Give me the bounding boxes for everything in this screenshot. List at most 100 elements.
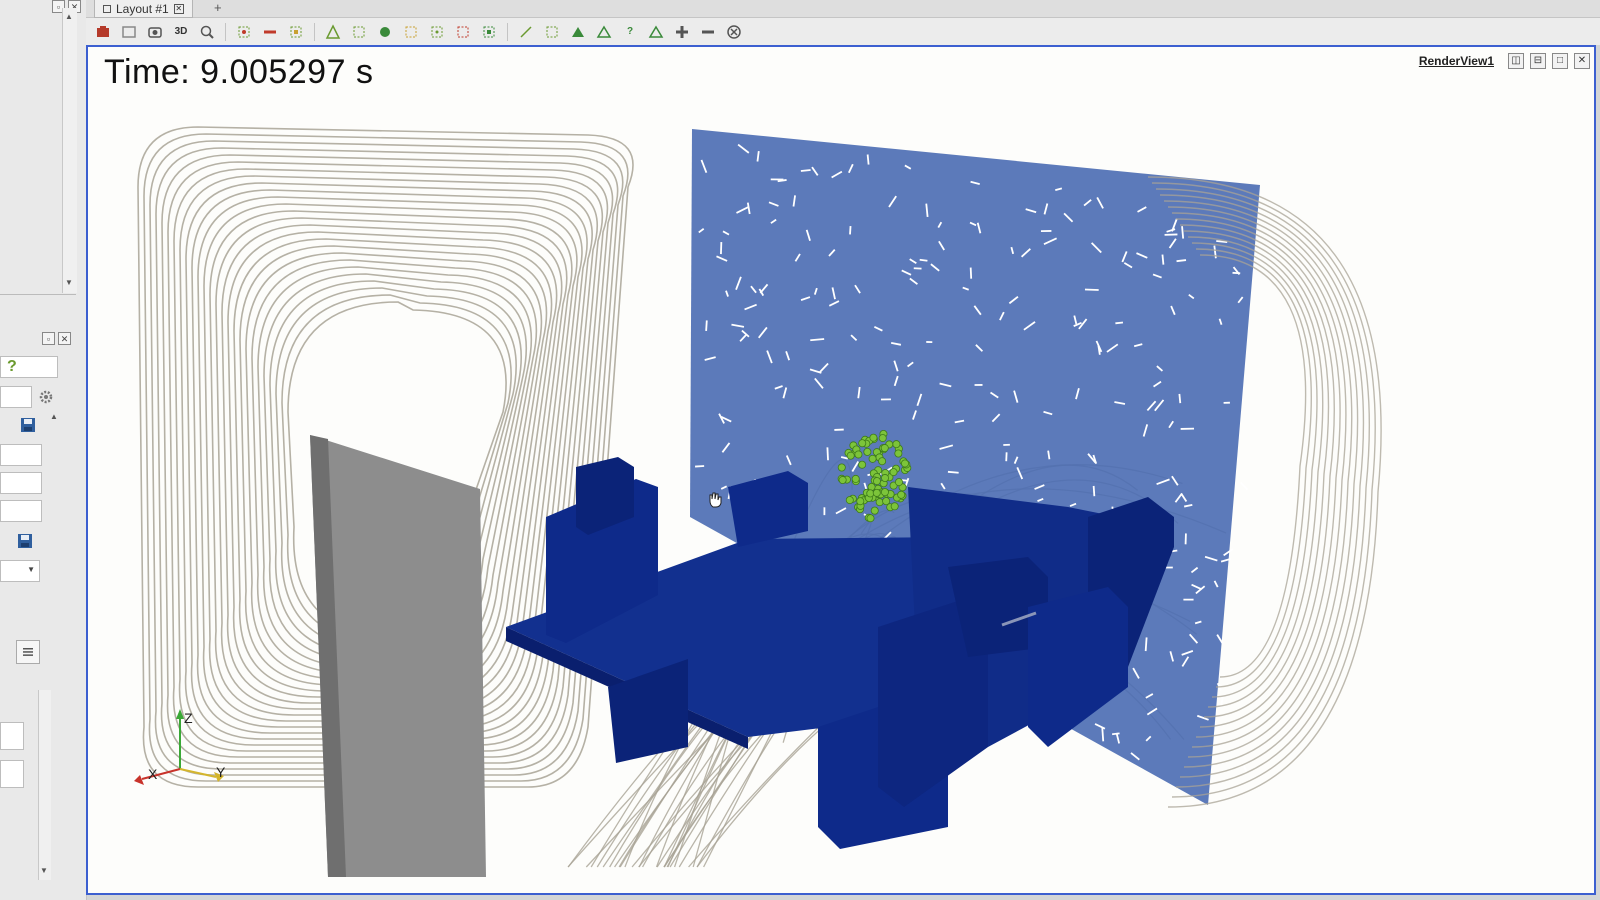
toggle-3d-icon[interactable]: 3D [170,21,192,43]
add-tab-button[interactable]: + [214,0,222,16]
properties-scrollbar[interactable]: ▼ [38,690,51,880]
hover-points-icon[interactable] [541,21,563,43]
maximize-icon[interactable]: □ [1552,53,1568,69]
velocity-arrow [826,447,829,461]
property-field-1[interactable] [0,444,42,466]
particle [872,477,881,486]
property-dropdown[interactable]: ▼ [0,560,40,582]
particle [881,474,890,483]
particle [878,457,887,466]
particle [900,459,909,468]
velocity-arrow [1181,226,1185,239]
view-toolbar: 3D ? [86,18,1600,45]
split-vertical-icon[interactable]: ⊟ [1530,53,1546,69]
particle [866,514,875,523]
select-cells-icon[interactable] [233,21,255,43]
hover-cells-icon[interactable] [567,21,589,43]
orientation-axes: Z X Y [134,709,226,785]
scroll-down-arrow-icon-2[interactable]: ▼ [40,866,48,875]
properties-input[interactable] [0,386,32,408]
particle [838,476,847,485]
scroll-down-arrow-icon[interactable]: ▼ [65,278,73,287]
property-field-5[interactable] [0,760,24,788]
particle [858,439,867,448]
particle [854,450,863,459]
velocity-arrow [1176,259,1187,263]
probe-icon[interactable] [515,21,537,43]
properties-search-field[interactable]: ? [0,356,58,378]
dropdown-arrow-icon[interactable]: ▼ [27,565,35,574]
render-view[interactable]: Time: 9.005297 s RenderView1 ◫ ⊟ □ ✕ Z X… [86,45,1596,895]
grow-selection-icon[interactable] [426,21,448,43]
particle [858,460,867,469]
axis-z-label: Z [184,710,193,726]
velocity-arrow [1178,393,1182,404]
particle [872,488,881,497]
help-icon[interactable]: ? [7,358,17,376]
particle [890,502,899,511]
particle [863,447,872,456]
close-circle-icon[interactable] [723,21,745,43]
particle [856,497,865,506]
velocity-arrow [1047,450,1051,460]
pipeline-scrollbar[interactable]: ▲ ▼ [62,8,77,293]
split-horizontal-icon[interactable]: ◫ [1508,53,1524,69]
save-icon-2[interactable] [14,530,36,552]
minus-icon[interactable] [697,21,719,43]
property-field-2[interactable] [0,472,42,494]
plus-icon[interactable] [671,21,693,43]
velocity-arrow [969,267,973,279]
velocity-arrow [1240,481,1249,491]
gear-icon[interactable] [35,386,57,408]
query-icon[interactable] [593,21,615,43]
dock-close-icon-2[interactable]: ✕ [58,332,71,345]
tab-layout-1[interactable]: Layout #1 ✕ [94,0,193,18]
reset-camera-icon[interactable] [92,21,114,43]
dock-divider [0,294,76,295]
particle [845,496,854,505]
particle [897,490,906,499]
layout-tab-icon [103,4,111,13]
3d-scene[interactable]: Z X Y [88,47,1594,893]
velocity-arrow [800,169,811,172]
toolbar-separator [507,22,508,41]
clear-selection-icon[interactable] [478,21,500,43]
particle [867,483,876,492]
zoom-data-icon[interactable] [118,21,140,43]
view-name-label[interactable]: RenderView1 [1419,54,1494,68]
zoom-box-icon[interactable] [196,21,218,43]
extract-selection-icon[interactable] [400,21,422,43]
select-block-icon[interactable] [285,21,307,43]
scroll-up-arrow-icon[interactable]: ▲ [65,12,73,21]
axis-x-label: X [148,766,158,782]
velocity-arrow [1101,727,1105,742]
edit-selection-icon[interactable] [645,21,667,43]
particle [894,478,903,487]
velocity-arrow [919,258,928,262]
velocity-arrow [947,470,959,474]
property-field-4[interactable] [0,722,24,750]
time-annotation: Time: 9.005297 s [104,53,374,91]
save-icon[interactable] [17,414,39,436]
scroll-up-arrow-icon-2[interactable]: ▲ [50,412,58,421]
dock-float-icon-2[interactable]: ▫ [42,332,55,345]
particle [870,506,879,515]
tab-close-icon[interactable]: ✕ [173,3,184,14]
particle [880,488,889,497]
close-view-icon[interactable]: ✕ [1574,53,1590,69]
velocity-arrow [849,225,852,235]
list-icon[interactable] [16,640,40,664]
particle [851,474,860,483]
shrink-selection-icon[interactable] [452,21,474,43]
capture-icon[interactable] [144,21,166,43]
particle [869,433,878,442]
select-points-icon[interactable] [259,21,281,43]
select-cells-polygon-icon[interactable] [322,21,344,43]
query-help-icon[interactable]: ? [619,21,641,43]
particle [846,451,855,460]
select-points-polygon-icon[interactable] [348,21,370,43]
interactive-select-icon[interactable] [374,21,396,43]
particle [894,449,903,458]
particle [889,468,898,477]
property-field-3[interactable] [0,500,42,522]
